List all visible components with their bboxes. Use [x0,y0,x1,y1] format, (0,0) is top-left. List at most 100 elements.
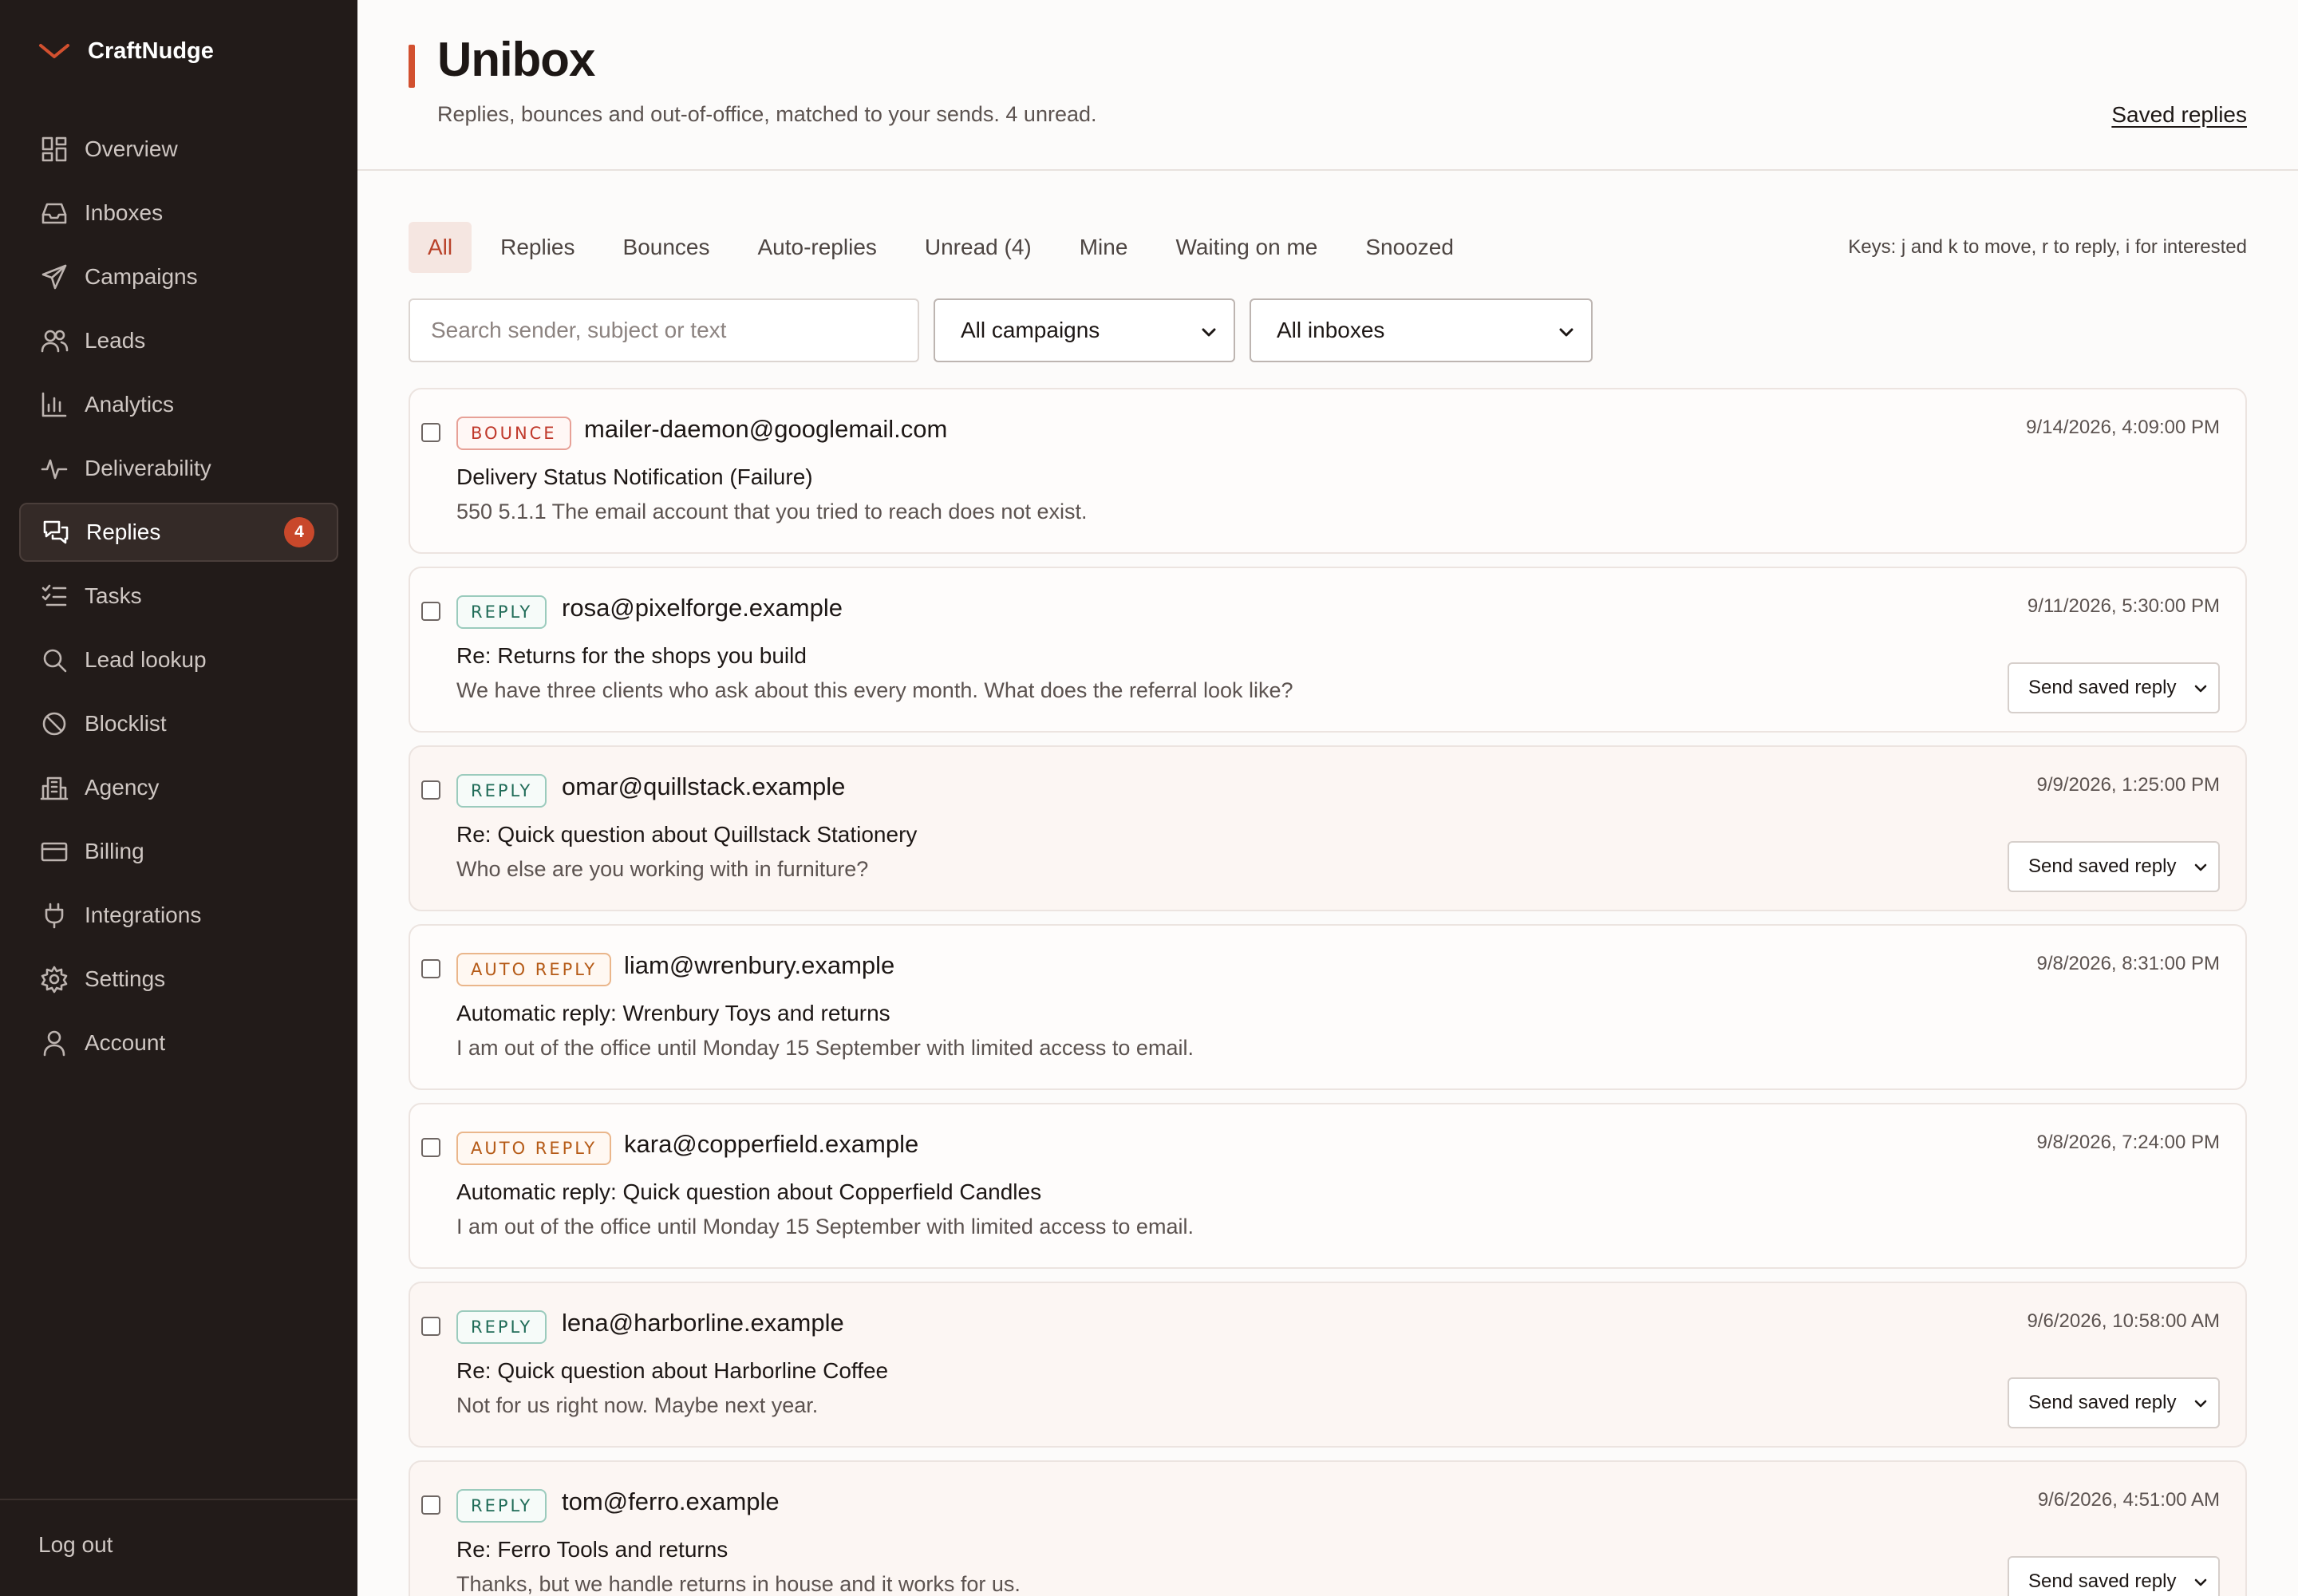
sidebar-item-campaigns[interactable]: Campaigns [19,247,338,306]
sidebar-item-replies[interactable]: Replies 4 [19,503,338,562]
send-saved-reply-select[interactable]: Send saved reply [2008,1377,2220,1428]
sidebar-item-leads[interactable]: Leads [19,311,338,370]
title-accent-bar [409,45,415,88]
filter-tabs: All Replies Bounces Auto-replies Unread (4) M… [409,222,1473,273]
sidebar-item-label: Billing [85,839,144,863]
message-type-badge: AUTO REPLY [456,953,612,986]
tab-mine[interactable]: Mine [1060,222,1147,273]
credit-card-icon [40,837,69,866]
pulse-icon [40,454,69,483]
message-snippet: Thanks, but we handle returns in house a… [456,1572,1021,1596]
message-type-badge: REPLY [456,595,547,629]
message-type-badge: BOUNCE [456,417,571,450]
sidebar-item-blocklist[interactable]: Blocklist [19,694,338,753]
chat-bubbles-icon [41,518,70,547]
sidebar-item-account[interactable]: Account [19,1013,338,1073]
select-checkbox[interactable] [421,1138,440,1157]
saved-replies-link[interactable]: Saved replies [2111,102,2247,128]
search-input[interactable] [409,298,919,362]
message-snippet: I am out of the office until Monday 15 S… [456,1215,1194,1238]
send-saved-reply-label: Send saved reply [2028,1392,2177,1413]
gear-icon [40,965,69,994]
message-subject: Re: Quick question about Harborline Coff… [456,1358,889,1383]
tab-waiting-on-me[interactable]: Waiting on me [1156,222,1337,273]
message-card[interactable]: REPLY lena@harborline.example Re: Quick qu… [409,1282,2247,1448]
send-saved-reply-label: Send saved reply [2028,855,2177,877]
bar-chart-icon [40,390,69,419]
select-checkbox[interactable] [421,1495,440,1515]
send-saved-reply-select[interactable]: Send saved reply [2008,1556,2220,1596]
sidebar-item-label: Deliverability [85,456,211,480]
sidebar-item-integrations[interactable]: Integrations [19,886,338,945]
sidebar-item-inboxes[interactable]: Inboxes [19,184,338,243]
message-subject: Automatic reply: Wrenbury Toys and retur… [456,1001,890,1025]
chevron-down-icon [2194,677,2207,699]
campaign-select[interactable]: All campaigns [934,298,1235,362]
campaign-select-value: All campaigns [961,318,1100,342]
sidebar-item-agency[interactable]: Agency [19,758,338,817]
sender-email: kara@copperfield.example [624,1130,919,1158]
filters-bar: All campaigns All inboxes [409,298,1593,362]
message-subject: Automatic reply: Quick question about Co… [456,1179,1042,1204]
sidebar-item-analytics[interactable]: Analytics [19,375,338,434]
sidebar-item-label: Replies [86,519,161,544]
select-checkbox[interactable] [421,423,440,442]
tab-replies[interactable]: Replies [481,222,594,273]
sidebar-item-lead-lookup[interactable]: Lead lookup [19,630,338,689]
sidebar-item-settings[interactable]: Settings [19,950,338,1009]
select-checkbox[interactable] [421,959,440,978]
message-type-badge: REPLY [456,1310,547,1344]
tab-auto-replies[interactable]: Auto-replies [738,222,895,273]
message-subject: Re: Returns for the shops you build [456,643,807,668]
select-checkbox[interactable] [421,602,440,621]
message-date: 9/8/2026, 8:31:00 PM [2036,953,2221,974]
select-checkbox[interactable] [421,1317,440,1336]
message-card[interactable]: REPLY omar@quillstack.example Re: Quick qu… [409,745,2247,911]
keyboard-hint: Keys: j and k to move, r to reply, i for… [1848,236,2247,258]
message-snippet: Not for us right now. Maybe next year. [456,1393,819,1417]
message-snippet: I am out of the office until Monday 15 S… [456,1036,1194,1060]
message-card[interactable]: AUTO REPLY liam@wrenbury.example Automatic… [409,924,2247,1090]
sidebar: CraftNudge Overview Inboxes Campaigns Leads… [0,0,357,1596]
users-icon [40,326,69,355]
message-subject: Re: Quick question about Quillstack Stat… [456,822,918,847]
chevron-down-icon [1202,318,1216,343]
sidebar-item-label: Blocklist [85,711,167,736]
grid-icon [40,135,69,164]
plug-icon [40,901,69,930]
message-type-badge: REPLY [456,1489,547,1523]
tab-bounces[interactable]: Bounces [604,222,729,273]
sidebar-item-label: Integrations [85,903,202,927]
message-date: 9/9/2026, 1:25:00 PM [2036,774,2221,796]
message-date: 9/14/2026, 4:09:00 PM [2026,417,2220,438]
inbox-tray-icon [40,199,69,227]
sidebar-item-tasks[interactable]: Tasks [19,567,338,626]
sidebar-item-overview[interactable]: Overview [19,120,338,179]
select-checkbox[interactable] [421,780,440,800]
chevron-down-icon [38,41,70,61]
tab-all[interactable]: All [409,222,472,273]
sender-email: tom@ferro.example [562,1487,780,1515]
sidebar-item-label: Tasks [85,583,142,608]
send-saved-reply-select[interactable]: Send saved reply [2008,841,2220,892]
message-card[interactable]: REPLY rosa@pixelforge.example Re: Returns … [409,567,2247,733]
logout-button[interactable]: Log out [38,1532,113,1558]
message-card[interactable]: REPLY tom@ferro.example Re: Ferro Tools an… [409,1460,2247,1596]
inbox-select[interactable]: All inboxes [1250,298,1593,362]
chevron-down-icon [2194,1570,2207,1593]
send-saved-reply-select[interactable]: Send saved reply [2008,662,2220,713]
tab-unread-4[interactable]: Unread (4) [906,222,1051,273]
sidebar-item-label: Overview [85,136,178,161]
sidebar-item-label: Lead lookup [85,647,207,672]
message-card[interactable]: AUTO REPLY kara@copperfield.example Automa… [409,1103,2247,1269]
sidebar-nav: Overview Inboxes Campaigns Leads Analytics De… [19,120,338,1077]
sender-email: liam@wrenbury.example [624,951,895,979]
message-card[interactable]: BOUNCE mailer-daemon@googlemail.com Delive… [409,388,2247,554]
sidebar-item-label: Inboxes [85,200,164,225]
sidebar-item-deliverability[interactable]: Deliverability [19,439,338,498]
tab-snoozed[interactable]: Snoozed [1346,222,1473,273]
brand[interactable]: CraftNudge [38,35,214,67]
sidebar-item-billing[interactable]: Billing [19,822,338,881]
chevron-down-icon [2194,855,2207,878]
message-date: 9/6/2026, 4:51:00 AM [2037,1489,2220,1511]
